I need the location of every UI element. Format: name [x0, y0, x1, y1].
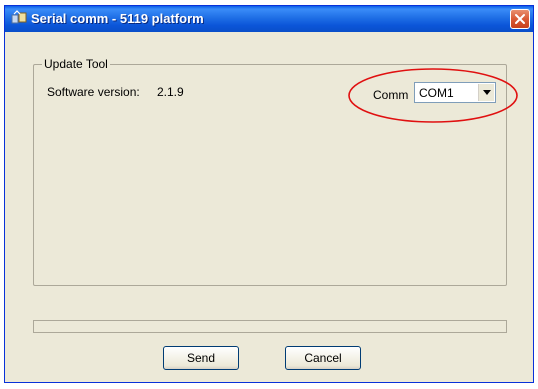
progress-bar	[33, 320, 507, 333]
send-button[interactable]: Send	[163, 346, 239, 370]
comm-label: Comm	[373, 88, 409, 102]
comm-dropdown-button[interactable]	[478, 84, 494, 101]
comm-port-select[interactable]: COM1	[414, 82, 496, 103]
title-bar[interactable]: Serial comm - 5119 platform	[5, 6, 533, 32]
software-version-value: 2.1.9	[157, 85, 184, 99]
app-icon	[11, 10, 27, 26]
window-title: Serial comm - 5119 platform	[31, 11, 204, 26]
close-icon	[515, 14, 525, 24]
software-version-label: Software version:	[47, 85, 140, 99]
comm-port-selected-value: COM1	[419, 86, 454, 100]
group-title: Update Tool	[42, 57, 110, 71]
chevron-down-icon	[483, 90, 491, 95]
close-button[interactable]	[510, 9, 530, 29]
cancel-button[interactable]: Cancel	[285, 346, 361, 370]
